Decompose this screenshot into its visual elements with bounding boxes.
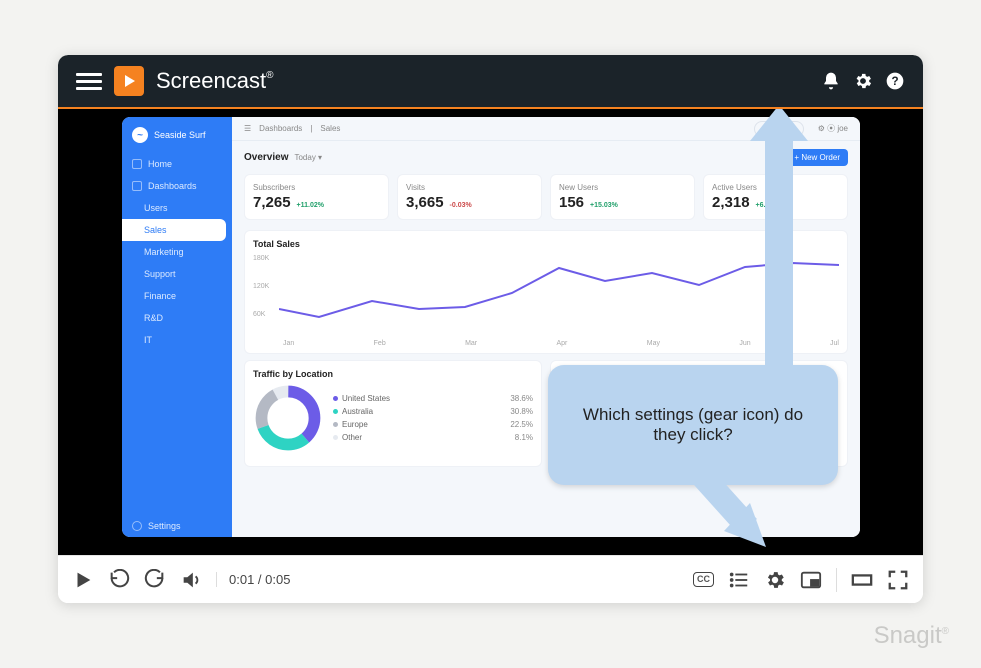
closed-captions-icon[interactable]: CC [693,572,714,587]
gear-icon[interactable] [853,71,873,91]
sidebar-item-marketing[interactable]: Marketing [122,241,232,263]
sidebar-item-home[interactable]: Home [122,153,232,175]
donut-chart [253,383,323,453]
stat-cards: Subscribers 7,265+11.02% Visits 3,665-0.… [232,170,860,224]
traffic-location-panel: Traffic by Location United States38.6% A… [244,360,542,467]
bell-icon[interactable] [821,71,841,91]
stat-activeusers: Active Users 2,318+6.08% [703,174,848,220]
replay-forward-icon[interactable] [144,569,166,591]
new-order-button[interactable]: + New Order [786,149,848,166]
chapters-icon[interactable] [728,569,750,591]
search-input[interactable]: ⌕ Search [754,121,804,137]
play-icon[interactable] [72,569,94,591]
help-icon[interactable]: ? [885,71,905,91]
pip-icon[interactable] [800,569,822,591]
sidebar-item-users[interactable]: Users [122,197,232,219]
total-sales-chart: 180K 120K 60K JanFebMarAprMayJunJul [253,253,839,345]
sidebar: ~ Seaside Surf Home Dashboards Users Sal… [122,117,232,537]
sidebar-item-dashboards[interactable]: Dashboards [122,175,232,197]
total-sales-panel: Total Sales 180K 120K 60K JanFebMarAprMa… [244,230,848,354]
sidebar-item-it[interactable]: IT [122,329,232,351]
stat-subscribers: Subscribers 7,265+11.02% [244,174,389,220]
sidebar-brand: ~ Seaside Surf [122,117,232,153]
theater-icon[interactable] [851,569,873,591]
wave-icon: ~ [132,127,148,143]
menu-icon[interactable] [76,73,102,90]
video-player: Screencast® ? ~ Seaside Surf Home Dashbo… [58,55,923,603]
video-viewport[interactable]: ~ Seaside Surf Home Dashboards Users Sal… [58,109,923,555]
player-controls: 0:01 / 0:05 CC [58,555,923,603]
replay-back-icon[interactable] [108,569,130,591]
player-gear-icon[interactable] [764,569,786,591]
fullscreen-icon[interactable] [887,569,909,591]
annotation-callout: Which settings (gear icon) do they click… [548,365,838,485]
time-display: 0:01 / 0:05 [216,572,290,587]
snagit-watermark: Snagit® [874,622,949,650]
sidebar-item-support[interactable]: Support [122,263,232,285]
volume-icon[interactable] [180,569,202,591]
sidebar-item-finance[interactable]: Finance [122,285,232,307]
sidebar-item-rd[interactable]: R&D [122,307,232,329]
stat-newusers: New Users 156+15.03% [550,174,695,220]
svg-text:?: ? [891,75,898,88]
sidebar-item-settings[interactable]: Settings [122,515,232,537]
breadcrumb: ☰ Dashboards| Sales ⌕ Search ⚙ ⦿ joe [232,117,860,141]
stat-visits: Visits 3,665-0.03% [397,174,542,220]
overview-header: Overview Today ▾ + New Order [232,141,860,170]
sidebar-item-sales[interactable]: Sales [122,219,226,241]
screencast-logo-icon[interactable] [114,66,144,96]
screencast-header: Screencast® ? [58,55,923,107]
screencast-brand: Screencast® [156,68,273,94]
